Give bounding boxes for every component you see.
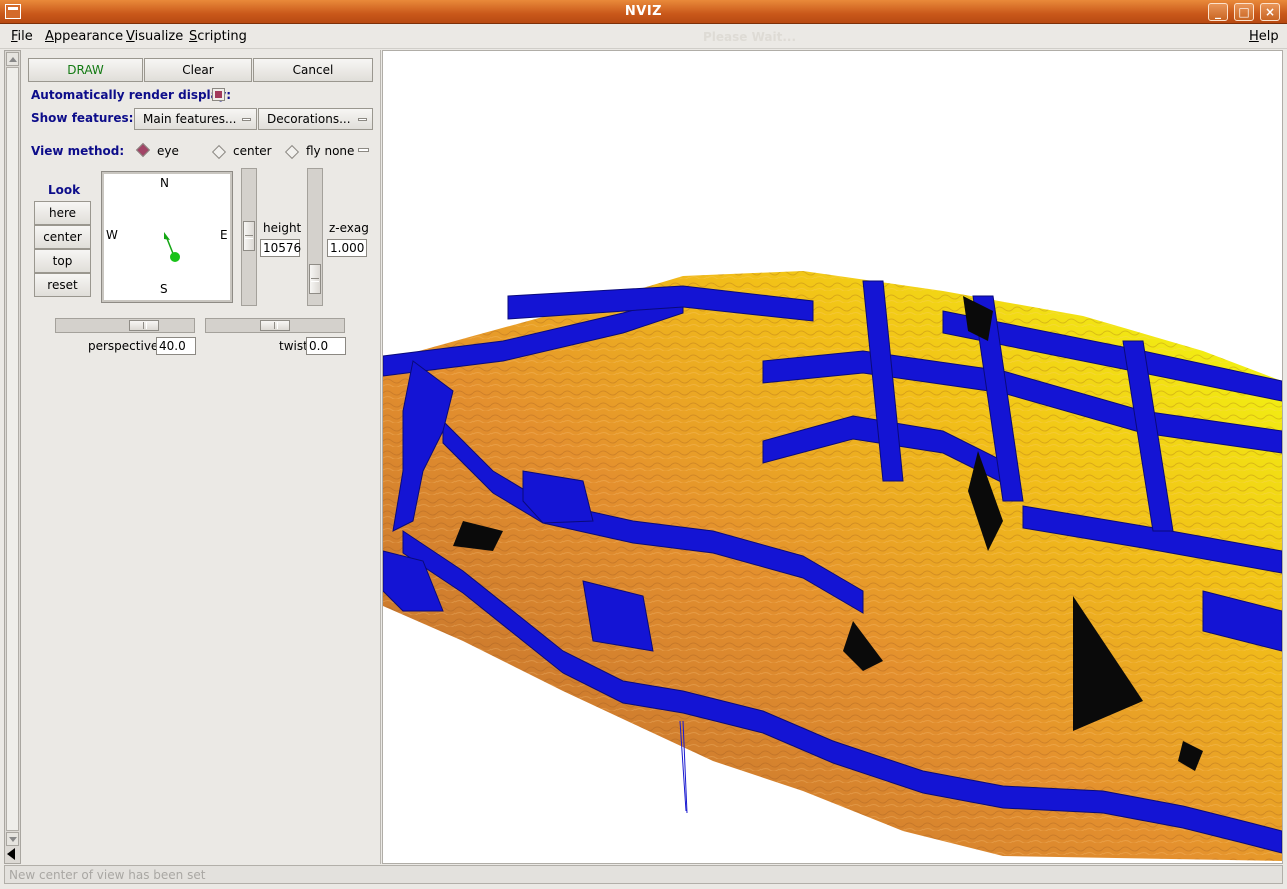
height-label: height bbox=[263, 221, 302, 235]
minimize-button[interactable]: _ bbox=[1208, 3, 1228, 21]
scroll-up-arrow-icon[interactable] bbox=[6, 52, 19, 66]
scrollbar-thumb[interactable] bbox=[6, 67, 19, 831]
look-title: Look bbox=[48, 183, 81, 197]
view-position-widget[interactable]: N S E W bbox=[101, 171, 233, 303]
draw-button[interactable]: DRAW bbox=[28, 58, 143, 82]
twist-label: twist bbox=[279, 339, 308, 353]
view-eye-label: eye bbox=[157, 144, 179, 158]
main-features-menu[interactable]: Main features... bbox=[134, 108, 257, 130]
busy-status-text: Please Wait... bbox=[703, 30, 797, 44]
view-eye-radio[interactable] bbox=[135, 142, 151, 158]
menu-bar: File Appearance Visualize Scripting Plea… bbox=[0, 25, 1287, 49]
look-reset-button[interactable]: reset bbox=[34, 273, 91, 297]
view-direction-arrow-icon bbox=[164, 232, 180, 262]
zexag-slider-handle[interactable] bbox=[309, 264, 321, 294]
show-features-label: Show features: bbox=[31, 111, 134, 125]
view-center-radio[interactable] bbox=[211, 144, 227, 160]
decorations-text: Decorations... bbox=[267, 112, 351, 126]
menu-file[interactable]: File bbox=[11, 29, 33, 44]
zexag-input[interactable]: 1.000 bbox=[327, 239, 367, 257]
height-slider-handle[interactable] bbox=[243, 221, 255, 251]
perspective-slider-handle[interactable] bbox=[129, 320, 159, 331]
zexag-label: z-exag bbox=[329, 221, 369, 235]
main-features-text: Main features... bbox=[143, 112, 237, 126]
look-here-button[interactable]: here bbox=[34, 201, 91, 225]
auto-render-label: Automatically render display: bbox=[31, 88, 232, 102]
menu-appearance[interactable]: Appearance bbox=[45, 29, 123, 44]
perspective-label: perspective bbox=[88, 339, 159, 353]
twist-slider[interactable] bbox=[205, 318, 345, 333]
view-fly-label: fly none bbox=[306, 144, 355, 158]
cancel-button[interactable]: Cancel bbox=[253, 58, 373, 82]
view-method-label: View method: bbox=[31, 144, 125, 158]
collapse-left-arrow-icon[interactable] bbox=[6, 846, 18, 862]
view-center-label: center bbox=[233, 144, 272, 158]
render-canvas[interactable] bbox=[382, 50, 1283, 864]
twist-input[interactable]: 0.0 bbox=[306, 337, 346, 355]
control-panel: DRAW Clear Cancel Automatically render d… bbox=[0, 50, 381, 864]
perspective-slider[interactable] bbox=[55, 318, 195, 333]
view-fly-radio[interactable] bbox=[284, 144, 300, 160]
option-menu-indicator-icon bbox=[358, 118, 367, 121]
decorations-menu[interactable]: Decorations... bbox=[258, 108, 373, 130]
status-bar: New center of view has been set bbox=[4, 865, 1283, 884]
perspective-input[interactable]: 40.0 bbox=[156, 337, 196, 355]
option-menu-indicator-icon bbox=[242, 118, 251, 121]
look-center-button[interactable]: center bbox=[34, 225, 91, 249]
clear-button[interactable]: Clear bbox=[144, 58, 252, 82]
height-slider[interactable] bbox=[241, 168, 257, 306]
menu-visualize[interactable]: Visualize bbox=[126, 29, 183, 44]
title-bar: NVIZ _ □ × bbox=[0, 0, 1287, 24]
fly-mode-menu-indicator-icon[interactable] bbox=[358, 148, 369, 152]
menu-scripting[interactable]: Scripting bbox=[189, 29, 247, 44]
close-button[interactable]: × bbox=[1260, 3, 1280, 21]
maximize-button[interactable]: □ bbox=[1234, 3, 1254, 21]
look-top-button[interactable]: top bbox=[34, 249, 91, 273]
height-input[interactable]: 10576 bbox=[260, 239, 301, 257]
scroll-down-arrow-icon[interactable] bbox=[6, 832, 19, 846]
auto-render-checkbox[interactable] bbox=[212, 88, 225, 101]
window-title: NVIZ bbox=[624, 4, 663, 19]
terrain-render-image bbox=[383, 271, 1282, 861]
menu-help[interactable]: Help bbox=[1249, 29, 1279, 44]
panel-scrollbar[interactable] bbox=[4, 50, 21, 864]
twist-slider-handle[interactable] bbox=[260, 320, 290, 331]
status-message: New center of view has been set bbox=[9, 868, 206, 882]
zexag-slider[interactable] bbox=[307, 168, 323, 306]
